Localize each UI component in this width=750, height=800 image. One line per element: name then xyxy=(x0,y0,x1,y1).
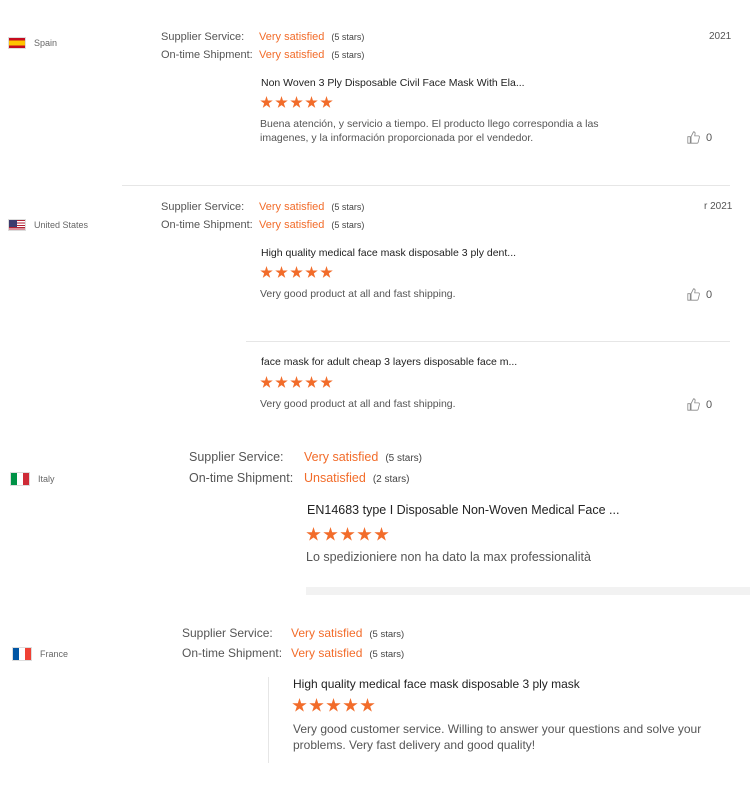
product-link[interactable]: High quality medical face mask disposabl… xyxy=(261,247,516,259)
thumbs-up-icon xyxy=(687,288,700,301)
on-time-shipment-rating: On-time Shipment: Unsatisfied (2 stars) xyxy=(189,471,410,485)
supplier-service-label: Supplier Service: xyxy=(161,31,245,43)
reviewer-country: United States xyxy=(8,219,88,231)
like-count: 0 xyxy=(706,398,713,411)
product-rating-stars xyxy=(306,527,389,542)
product-rating-stars xyxy=(260,96,333,109)
item-divider xyxy=(246,341,730,342)
star-icon xyxy=(374,527,389,541)
supplier-service-rating: Supplier Service: Very satisfied (5 star… xyxy=(161,31,364,43)
supplier-service-value: Very satisfied xyxy=(259,31,325,43)
supplier-service-label: Supplier Service: xyxy=(182,626,273,640)
item-divider xyxy=(268,677,269,763)
product-rating-stars xyxy=(260,376,333,389)
star-icon xyxy=(305,96,318,108)
star-icon xyxy=(305,266,318,278)
on-time-shipment-rating: On-time Shipment: Very satisfied (5 star… xyxy=(161,219,364,231)
supplier-service-value: Very satisfied xyxy=(259,201,325,213)
on-time-shipment-stars: (2 stars) xyxy=(372,474,410,485)
review-comment: Very good product at all and fast shippi… xyxy=(260,288,456,300)
star-icon xyxy=(290,266,303,278)
supplier-service-label: Supplier Service: xyxy=(161,201,245,213)
supplier-service-stars: (5 stars) xyxy=(331,202,365,212)
star-icon xyxy=(306,527,321,541)
star-icon xyxy=(320,376,333,388)
review-date: r 2021 xyxy=(704,201,733,212)
on-time-shipment-value: Unsatisfied xyxy=(304,471,366,485)
star-icon xyxy=(275,96,288,108)
supplier-service-rating: Supplier Service: Very satisfied (5 star… xyxy=(161,201,364,213)
thumbs-up-icon xyxy=(687,131,700,144)
product-link[interactable]: Non Woven 3 Ply Disposable Civil Face Ma… xyxy=(261,77,525,89)
review-comment: Very good customer service. Willing to a… xyxy=(293,722,702,752)
star-icon xyxy=(292,698,307,712)
like-button[interactable]: 0 xyxy=(687,288,712,301)
star-icon xyxy=(290,96,303,108)
united-states-flag-icon xyxy=(8,219,26,231)
supplier-service-stars: (5 stars) xyxy=(331,32,365,42)
star-icon xyxy=(260,376,273,388)
star-icon xyxy=(343,698,358,712)
product-link[interactable]: EN14683 type I Disposable Non-Woven Medi… xyxy=(307,503,619,517)
star-icon xyxy=(320,96,333,108)
item-divider xyxy=(306,587,750,595)
on-time-shipment-label: On-time Shipment: xyxy=(189,471,294,485)
supplier-service-stars: (5 stars) xyxy=(385,453,423,464)
supplier-service-stars: (5 stars) xyxy=(369,629,405,640)
on-time-shipment-rating: On-time Shipment: Very satisfied (5 star… xyxy=(161,49,364,61)
italy-flag-icon xyxy=(10,472,30,486)
review-divider xyxy=(122,185,730,186)
like-button[interactable]: 0 xyxy=(687,131,712,144)
country-name: France xyxy=(40,649,69,659)
thumbs-up-icon xyxy=(687,398,700,411)
review-date: 2021 xyxy=(709,31,732,42)
star-icon xyxy=(326,698,341,712)
reviewer-country: Italy xyxy=(10,472,55,486)
like-button[interactable]: 0 xyxy=(687,398,712,411)
review-comment: Lo spedizioniere non ha dato la max prof… xyxy=(306,550,591,564)
supplier-service-rating: Supplier Service: Very satisfied (5 star… xyxy=(189,450,422,464)
product-rating-stars xyxy=(260,266,333,279)
country-name: Italy xyxy=(38,474,55,484)
star-icon xyxy=(260,266,273,278)
product-rating-stars xyxy=(292,698,375,713)
like-count: 0 xyxy=(706,131,713,144)
star-icon xyxy=(290,376,303,388)
star-icon xyxy=(323,527,338,541)
on-time-shipment-label: On-time Shipment: xyxy=(161,219,253,231)
star-icon xyxy=(275,266,288,278)
like-count: 0 xyxy=(706,288,713,301)
supplier-service-rating: Supplier Service: Very satisfied (5 star… xyxy=(182,626,404,640)
star-icon xyxy=(260,96,273,108)
star-icon xyxy=(360,698,375,712)
supplier-service-value: Very satisfied xyxy=(291,626,363,640)
reviewer-country: Spain xyxy=(8,37,57,49)
star-icon xyxy=(357,527,372,541)
supplier-service-label: Supplier Service: xyxy=(189,450,284,464)
on-time-shipment-stars: (5 stars) xyxy=(369,649,405,660)
product-link[interactable]: face mask for adult cheap 3 layers dispo… xyxy=(261,356,517,368)
on-time-shipment-stars: (5 stars) xyxy=(331,220,365,230)
review-comment: Very good product at all and fast shippi… xyxy=(260,398,456,410)
on-time-shipment-label: On-time Shipment: xyxy=(182,646,283,660)
country-name: United States xyxy=(34,220,89,230)
reviewer-country: France xyxy=(12,647,68,661)
on-time-shipment-value: Very satisfied xyxy=(259,219,325,231)
supplier-service-value: Very satisfied xyxy=(304,450,379,464)
star-icon xyxy=(340,527,355,541)
on-time-shipment-rating: On-time Shipment: Very satisfied (5 star… xyxy=(182,646,404,660)
on-time-shipment-value: Very satisfied xyxy=(291,646,363,660)
country-name: Spain xyxy=(34,38,58,48)
star-icon xyxy=(305,376,318,388)
star-icon xyxy=(320,266,333,278)
review-comment: Buena atención, y servicio a tiempo. El … xyxy=(260,118,599,144)
product-link[interactable]: High quality medical face mask disposabl… xyxy=(293,677,580,691)
star-icon xyxy=(309,698,324,712)
on-time-shipment-value: Very satisfied xyxy=(259,49,325,61)
on-time-shipment-stars: (5 stars) xyxy=(331,50,365,60)
spain-flag-icon xyxy=(8,37,26,49)
on-time-shipment-label: On-time Shipment: xyxy=(161,49,253,61)
star-icon xyxy=(275,376,288,388)
france-flag-icon xyxy=(12,647,32,661)
